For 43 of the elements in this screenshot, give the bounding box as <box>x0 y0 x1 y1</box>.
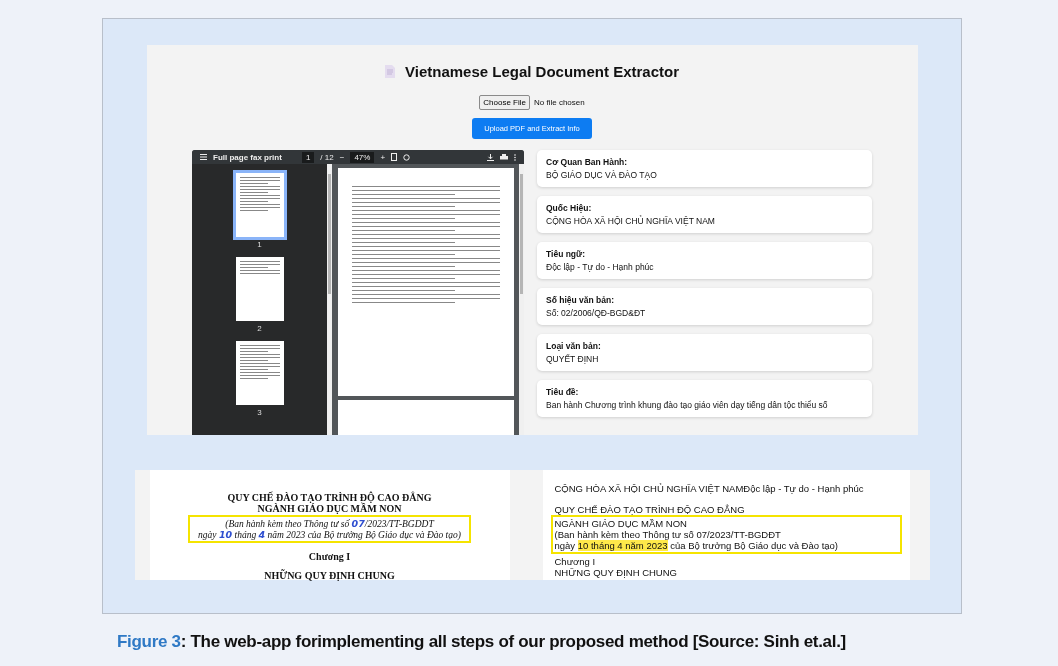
extracted-text: Chương I <box>554 556 597 567</box>
figure-caption: Figure 3: The web-app forimplementing all steps of our proposed method [Source: Sinh et.al.] <box>117 632 847 652</box>
page-total: / 12 <box>320 152 334 162</box>
page-number-field[interactable]: 1 <box>301 151 315 163</box>
download-icon[interactable] <box>487 153 494 161</box>
extracted-text: CỘNG HÒA XÃ HỘI CHỦ NGHĨA VIỆT NAMĐộc lập - Tự do - Hạnh phúc <box>554 483 865 494</box>
field-label: Tiêu ngữ: <box>546 249 587 259</box>
field-value: Độc lập - Tự do - Hạnh phúc <box>546 262 655 272</box>
scan-heading: NGÀNH GIÁO DỤC MẦM NON <box>257 503 402 514</box>
field-label: Số hiệu văn bản: <box>546 295 615 305</box>
rotate-icon[interactable] <box>403 153 411 161</box>
print-icon[interactable] <box>500 153 508 161</box>
field-value: QUYẾT ĐỊNH <box>546 354 600 364</box>
file-status: No file chosen <box>534 98 585 107</box>
scan-heading: QUY CHẾ ĐÀO TẠO TRÌNH ĐỘ CAO ĐẲNG <box>227 492 432 503</box>
field-value: BỘ GIÁO DỤC VÀ ĐÀO TẠO <box>546 170 658 180</box>
extracted-text: (Ban hành kèm theo Thông tư số 07/2023/TT-BGDĐT <box>554 529 782 540</box>
scan-text: ngày 10 tháng 4 năm 2023 của Bộ trưởng Bộ Giáo dục và Đào tạo) <box>198 529 461 540</box>
extracted-text: NHỮNG QUY ĐỊNH CHUNG <box>554 567 678 578</box>
scan-heading: Chương I <box>308 551 351 562</box>
document-title: Full page fax print <box>213 152 282 162</box>
field-label: Tiêu đề: <box>546 387 580 397</box>
menu-icon[interactable] <box>200 154 207 160</box>
field-value: Ban hành Chương trình khung đào tạo giáo viên dạy tiếng dân tộc thiểu số <box>546 400 829 410</box>
field-label: Quốc Hiệu: <box>546 203 593 213</box>
app-title: Vietnamese Legal Document Extractor <box>405 63 679 80</box>
scan-heading: NHỮNG QUY ĐỊNH CHUNG <box>264 570 395 581</box>
scrollbar[interactable] <box>519 164 524 435</box>
field-value: Số: 02/2006/QĐ-BGD&ĐT <box>546 308 647 318</box>
extracted-text: QUY CHẾ ĐÀO TẠO TRÌNH ĐỘ CAO ĐẲNG <box>554 504 746 515</box>
extracted-text: ngày 10 tháng 4 năm 2023 của Bộ trưởng Bộ Giáo dục và Đào tạo) <box>554 540 840 551</box>
scrollbar[interactable] <box>327 164 332 435</box>
extracted-text: NGÀNH GIÁO DỤC MẦM NON <box>554 518 688 529</box>
scan-text: (Ban hành kèm theo Thông tư số 07/2023/TT-BGDDT <box>225 518 434 529</box>
fit-page-icon[interactable] <box>391 153 398 161</box>
field-label: Loại văn bản: <box>546 341 602 351</box>
field-label: Cơ Quan Ban Hành: <box>546 157 629 167</box>
zoom-in-button[interactable]: + <box>380 152 386 162</box>
choose-file-button[interactable]: Choose File <box>479 95 530 110</box>
zoom-out-button[interactable]: − <box>339 152 345 162</box>
zoom-field[interactable]: 47% <box>350 151 375 163</box>
document-icon <box>385 65 395 78</box>
field-value: CỘNG HÒA XÃ HỘI CHỦ NGHĨA VIỆT NAM <box>546 216 716 226</box>
